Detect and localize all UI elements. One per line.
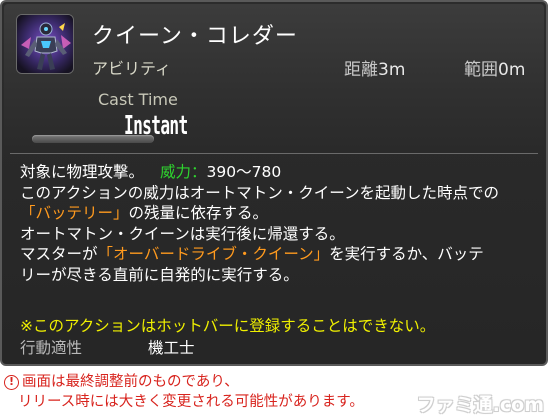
potency-value: 390〜780	[206, 163, 282, 181]
radius-stat: 範囲0m	[464, 55, 525, 80]
action-description: 対象に物理攻撃。 威力：390〜780 このアクションの威力はオートマトン・クイー…	[20, 162, 530, 285]
description-line: 「バッテリー」の残量に依存する。	[20, 203, 530, 224]
disclaimer-line: リリース時には大きく変更される可能性があります。	[18, 394, 364, 410]
hotbar-note: ※このアクションはホットバーに登録することはできない。	[20, 317, 436, 335]
description-line: 対象に物理攻撃。 威力：390〜780	[20, 162, 530, 183]
potency-label: 威力：	[160, 163, 207, 181]
disclaimer-text: 画面は最終調整前のものであり、	[22, 374, 239, 390]
action-tooltip: クイーン・コレダー アビリティ 距離3m 範囲0m Cast Time Inst…	[0, 0, 548, 366]
description-line: オートマトン・クイーンは実行後に帰還する。	[20, 224, 345, 243]
disclaimer-line: ! 画面は最終調整前のものであり、	[4, 372, 364, 392]
range-label: 距離	[344, 60, 378, 80]
action-title: クイーン・コレダー	[92, 24, 298, 49]
range-value: 3m	[378, 60, 406, 80]
description-line: このアクションの威力はオートマトン・クイーンを起動した時点での	[20, 183, 499, 202]
queen-automaton-icon	[16, 14, 74, 74]
job-label: 行動適性	[20, 339, 83, 357]
job-value: 機工士	[148, 339, 195, 357]
action-category: アビリティ	[92, 59, 172, 78]
exclamation-icon: !	[4, 375, 19, 390]
description-text: の残量に依存する。	[128, 204, 269, 222]
description-line: マスターが「オーバードライブ・クイーン」を実行するか、バッテ	[20, 244, 530, 265]
radius-label: 範囲	[464, 60, 498, 80]
header-divider	[10, 153, 538, 154]
description-text: 対象に物理攻撃。	[20, 163, 145, 181]
disclaimer: ! 画面は最終調整前のものであり、 リリース時には大きく変更される可能性があります…	[4, 372, 364, 412]
description-text: を実行するか、バッテ	[329, 245, 484, 263]
radius-value: 0m	[498, 60, 526, 80]
cast-time-label: Cast Time	[98, 90, 178, 109]
cast-time-value: Instant	[124, 111, 188, 141]
watermark-logo: ファミ通.com	[416, 394, 544, 416]
description-text: マスターが	[20, 245, 98, 263]
description-line: リーが尽きる直前に自発的に実行する。	[20, 265, 299, 284]
range-stat: 距離3m	[344, 55, 405, 80]
battery-highlight: 「バッテリー」	[20, 204, 129, 222]
overdrive-highlight: 「オーバードライブ・クイーン」	[97, 245, 330, 263]
